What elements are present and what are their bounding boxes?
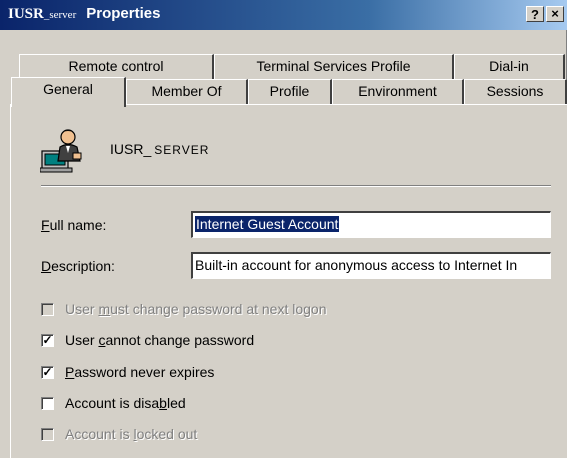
tab-sessions[interactable]: Sessions (464, 79, 567, 104)
checkbox-label: Password never expires (65, 364, 215, 380)
tab-remote-control[interactable]: Remote control (19, 54, 214, 79)
tab-environment[interactable]: Environment (332, 79, 464, 104)
username-suffix: SERVER (154, 143, 210, 157)
tab-profile[interactable]: Profile (248, 79, 332, 104)
title-properties: Properties (86, 5, 161, 22)
window-title: IUSR_server Properties (8, 5, 160, 23)
checkbox-label: Account is locked out (65, 426, 198, 442)
title-account-name: IUSR (8, 6, 44, 22)
full-name-value: Internet Guest Account (195, 216, 340, 232)
title-account-suffix: _server (43, 9, 77, 21)
separator (41, 185, 551, 187)
tab-member-of[interactable]: Member Of (126, 79, 248, 104)
checkbox-label: Account is disabled (65, 395, 186, 411)
checkbox-label: User must change password at next logon (65, 301, 327, 317)
checkbox-box: ✓ (41, 365, 54, 379)
help-button[interactable]: ? (526, 6, 544, 22)
checkbox-box (41, 397, 54, 410)
description-value: Built-in account for anonymous access to… (195, 257, 518, 273)
tab-terminal-services-profile[interactable]: Terminal Services Profile (214, 54, 454, 79)
description-label: Description: (41, 258, 115, 274)
checkbox-label: User cannot change password (65, 332, 255, 348)
tab-general[interactable]: General (11, 77, 126, 107)
account-username: IUSR_ SERVER (110, 141, 209, 157)
properties-dialog: IUSR_server Properties ? × Remote control… (0, 0, 567, 458)
checkbox-box (41, 303, 54, 316)
description-field[interactable]: Built-in account for anonymous access to… (191, 252, 551, 279)
full-name-field[interactable]: Internet Guest Account (191, 211, 551, 238)
full-name-label: Full name: (41, 217, 107, 233)
user-computer-icon (40, 129, 82, 173)
tab-dial-in[interactable]: Dial-in (454, 54, 565, 79)
username-prefix: IUSR_ (110, 141, 152, 157)
checkbox-box: ✓ (41, 333, 54, 347)
checkbox-box (41, 428, 54, 441)
title-bar[interactable]: IUSR_server Properties ? × (0, 0, 567, 30)
close-button[interactable]: × (546, 6, 564, 22)
